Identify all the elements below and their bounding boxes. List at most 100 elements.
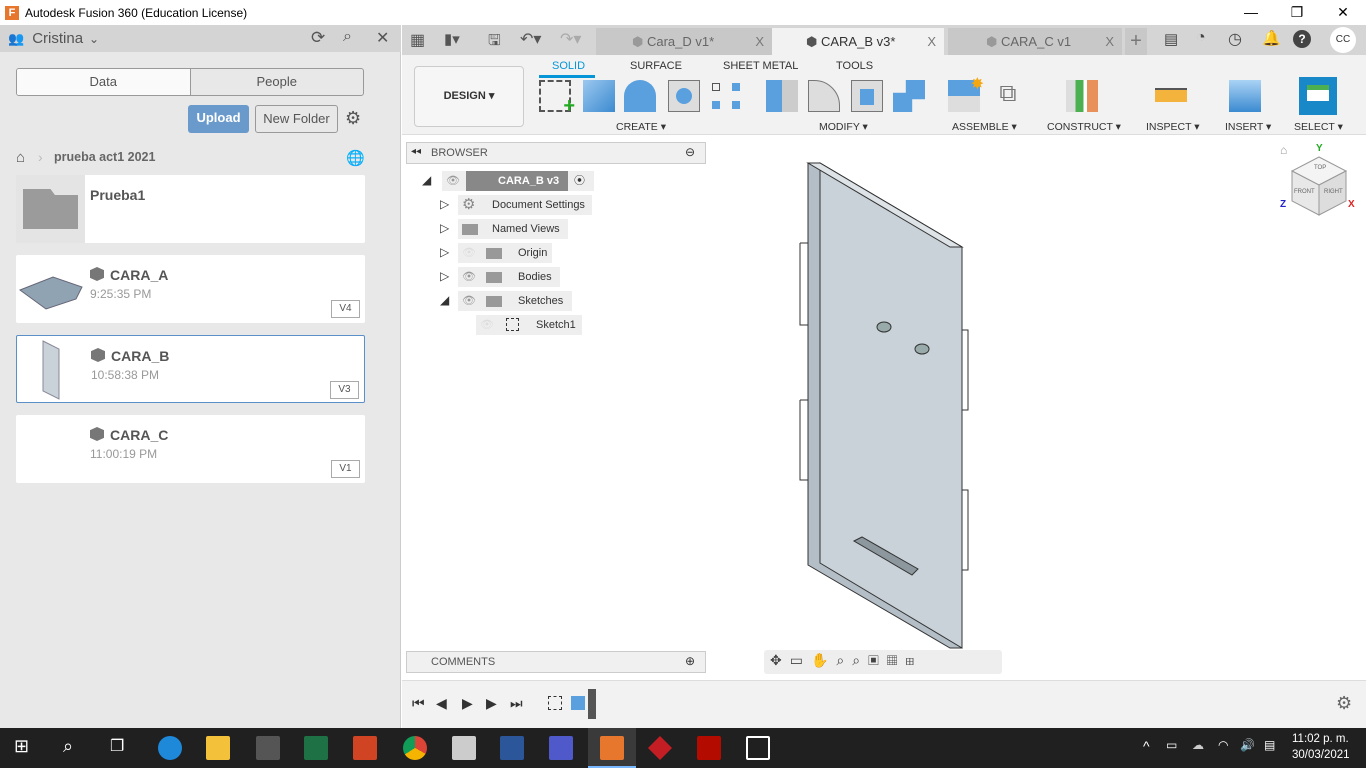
minimize-button[interactable]: — bbox=[1228, 0, 1274, 25]
calculator-icon[interactable] bbox=[452, 736, 476, 760]
collapse-icon[interactable]: ◂◂ bbox=[411, 146, 421, 157]
volume-icon[interactable]: 🔊 bbox=[1240, 738, 1255, 752]
chrome-icon[interactable] bbox=[403, 736, 427, 760]
face-top[interactable]: TOP bbox=[1314, 165, 1326, 171]
windows-start-icon[interactable]: ⊞ bbox=[14, 736, 29, 757]
viewcube[interactable]: ⌂ Y Z X TOP FRONT RIGHT bbox=[1280, 143, 1360, 227]
fit-icon[interactable]: ⌕ bbox=[852, 652, 868, 668]
cloud-offline-icon[interactable]: ☁ bbox=[1192, 738, 1204, 752]
joint-icon[interactable]: ⧉ bbox=[992, 80, 1024, 112]
job-status-icon[interactable]: ◔ bbox=[1196, 29, 1206, 47]
app-icon[interactable] bbox=[648, 736, 672, 760]
close-panel-icon[interactable]: ✕ bbox=[376, 28, 389, 48]
eye-icon[interactable]: 👁 bbox=[446, 175, 460, 187]
revolve-icon[interactable] bbox=[624, 80, 656, 112]
file-icon[interactable]: ▮▾ bbox=[444, 30, 460, 48]
comments-icon[interactable]: ▤ bbox=[1164, 30, 1178, 48]
previous-icon[interactable]: ◀ bbox=[436, 695, 447, 712]
task-view-icon[interactable]: ❐ bbox=[110, 736, 124, 756]
bell-icon[interactable]: 🔔 bbox=[1262, 29, 1281, 47]
insert-menu[interactable]: INSERT ▾ bbox=[1225, 121, 1271, 133]
insert-image-icon[interactable] bbox=[1229, 80, 1261, 112]
new-tab-button[interactable]: + bbox=[1125, 28, 1147, 55]
battery-icon[interactable]: ▭ bbox=[1166, 738, 1177, 752]
add-comment-icon[interactable]: ⊕ bbox=[685, 654, 695, 668]
wifi-icon[interactable]: ◠ bbox=[1218, 738, 1228, 752]
version-badge[interactable]: V4 bbox=[331, 300, 360, 318]
first-icon[interactable]: ⏮ bbox=[412, 695, 425, 712]
tab-solid[interactable]: SOLID bbox=[552, 60, 585, 72]
shell-icon[interactable] bbox=[851, 80, 883, 112]
redo-icon[interactable]: ↷▾ bbox=[560, 29, 581, 49]
create-sketch-icon[interactable]: + bbox=[539, 80, 575, 117]
zoom-icon[interactable]: ⌕ bbox=[836, 652, 852, 668]
user-name[interactable]: Cristina bbox=[32, 30, 83, 47]
browser-node-named-views[interactable]: Named Views bbox=[458, 219, 568, 239]
timeline-extrude-icon[interactable] bbox=[571, 696, 585, 710]
expand-triangle-icon[interactable]: ◢ bbox=[422, 173, 431, 187]
teams-icon[interactable] bbox=[549, 736, 573, 760]
grid-icon[interactable]: ▦ bbox=[887, 652, 906, 668]
tab-cara-b[interactable]: ⬢ CARA_B v3* X bbox=[772, 28, 944, 55]
workspace-switcher[interactable]: DESIGN ▾ bbox=[414, 66, 524, 127]
viewports-icon[interactable]: ⊞ bbox=[905, 652, 922, 668]
home-view-icon[interactable]: ⌂ bbox=[1280, 143, 1287, 157]
comments-panel[interactable]: COMMENTS ⊕ bbox=[406, 651, 706, 673]
clock-icon[interactable]: ◷ bbox=[1228, 29, 1242, 49]
tab-surface[interactable]: SURFACE bbox=[630, 60, 682, 72]
timeline-marker[interactable] bbox=[588, 689, 596, 719]
close-tab-icon[interactable]: X bbox=[755, 28, 764, 55]
grid-menu-icon[interactable]: ▦ bbox=[410, 30, 425, 50]
browser-node-sketches[interactable]: 👁 Sketches bbox=[458, 291, 572, 311]
undo-icon[interactable]: ↶▾ bbox=[520, 29, 541, 49]
model-plate[interactable] bbox=[792, 155, 982, 655]
select-icon[interactable] bbox=[1299, 77, 1337, 115]
gear-icon[interactable]: ⚙ bbox=[345, 108, 361, 129]
pan-icon[interactable]: ✋ bbox=[811, 652, 836, 668]
look-at-icon[interactable]: ▭ bbox=[790, 652, 811, 668]
expand-icon[interactable]: ▷ bbox=[440, 269, 449, 283]
design-item[interactable]: CARA_A 9:25:35 PM V4 bbox=[16, 255, 365, 323]
new-folder-button[interactable]: New Folder bbox=[255, 105, 338, 133]
combine-icon[interactable] bbox=[893, 80, 925, 112]
version-badge[interactable]: V3 bbox=[330, 381, 359, 399]
photos-icon[interactable] bbox=[746, 736, 770, 760]
eye-hidden-icon[interactable]: 👁 bbox=[480, 315, 494, 335]
pattern-icon[interactable] bbox=[710, 80, 742, 112]
acrobat-icon[interactable] bbox=[697, 736, 721, 760]
save-icon[interactable]: 🖫 bbox=[488, 30, 501, 55]
minus-icon[interactable]: ⊖ bbox=[685, 145, 695, 159]
design-item[interactable]: CARA_B 10:58:38 PM V3 bbox=[16, 335, 365, 403]
powerpoint-icon[interactable] bbox=[353, 736, 377, 760]
timeline-sketch-icon[interactable] bbox=[548, 696, 562, 710]
hole-icon[interactable] bbox=[668, 80, 700, 112]
browser-node-origin[interactable]: 👁 Origin bbox=[458, 243, 552, 263]
last-icon[interactable]: ⏭ bbox=[510, 695, 523, 712]
modify-menu[interactable]: MODIFY ▾ bbox=[819, 121, 868, 133]
edge-icon[interactable] bbox=[158, 736, 182, 760]
tab-people[interactable]: People bbox=[191, 69, 364, 95]
word-icon[interactable] bbox=[500, 736, 524, 760]
canvas-viewport[interactable]: ◂◂ BROWSER ⊖ ◢ 👁 CARA_B v3 ⦿ ▷ ⚙ Document… bbox=[402, 135, 1366, 680]
inspect-menu[interactable]: INSPECT ▾ bbox=[1146, 121, 1200, 133]
file-explorer-icon[interactable] bbox=[206, 736, 230, 760]
extrude-icon[interactable] bbox=[583, 80, 615, 112]
face-front[interactable]: FRONT bbox=[1294, 189, 1315, 195]
eye-icon[interactable]: 👁 bbox=[462, 267, 476, 287]
globe-icon[interactable]: 🌐 bbox=[346, 149, 365, 167]
next-icon[interactable]: ▶ bbox=[486, 695, 497, 712]
construct-menu[interactable]: CONSTRUCT ▾ bbox=[1047, 121, 1121, 133]
eye-hidden-icon[interactable]: 👁 bbox=[462, 243, 476, 263]
folder-item[interactable]: Prueba1 bbox=[16, 175, 365, 243]
expand-icon[interactable]: ▷ bbox=[440, 197, 449, 211]
tab-sheet-metal[interactable]: SHEET METAL bbox=[723, 60, 798, 72]
timeline-settings-icon[interactable]: ⚙ bbox=[1336, 693, 1352, 714]
face-right[interactable]: RIGHT bbox=[1324, 189, 1343, 195]
browser-root[interactable]: 👁 CARA_B v3 ⦿ bbox=[442, 171, 594, 191]
fillet-icon[interactable] bbox=[808, 80, 840, 112]
upload-button[interactable]: Upload bbox=[188, 105, 249, 133]
offset-plane-icon[interactable] bbox=[1066, 80, 1098, 112]
play-icon[interactable]: ▶ bbox=[462, 695, 473, 712]
activate-radio-icon[interactable]: ⦿ bbox=[574, 171, 585, 191]
tab-cara-d[interactable]: ⬢ Cara_D v1* X bbox=[596, 28, 772, 55]
